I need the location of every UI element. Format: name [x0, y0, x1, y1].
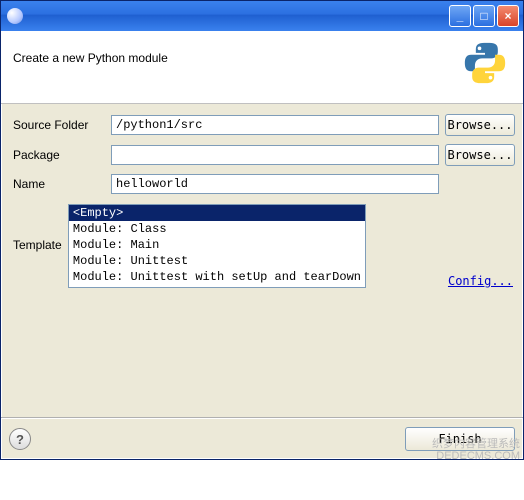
package-row: Package Browse...: [9, 144, 515, 166]
banner-title: Create a new Python module: [13, 51, 168, 65]
separator: [1, 417, 523, 419]
source-folder-browse-button[interactable]: Browse...: [445, 114, 515, 136]
minimize-button[interactable]: _: [449, 5, 471, 27]
package-input[interactable]: [111, 145, 439, 165]
package-label: Package: [9, 148, 105, 162]
title-bar[interactable]: _ □ ×: [1, 1, 523, 31]
window-controls: _ □ ×: [449, 5, 519, 27]
template-item-main[interactable]: Module: Main: [69, 237, 365, 253]
form-area: Source Folder Browse... Package Browse..…: [1, 104, 523, 415]
name-input[interactable]: [111, 174, 439, 194]
eclipse-icon: [7, 8, 23, 24]
help-button[interactable]: ?: [9, 428, 31, 450]
package-browse-button[interactable]: Browse...: [445, 144, 515, 166]
name-row: Name: [9, 174, 515, 194]
source-folder-input[interactable]: [111, 115, 439, 135]
template-item-unittest[interactable]: Module: Unittest: [69, 253, 365, 269]
template-item-class[interactable]: Module: Class: [69, 221, 365, 237]
python-logo-icon: [463, 41, 507, 85]
banner: Create a new Python module: [1, 31, 523, 104]
template-listbox[interactable]: <Empty> Module: Class Module: Main Modul…: [68, 204, 366, 288]
template-listbox-wrap: <Empty> Module: Class Module: Main Modul…: [68, 204, 366, 288]
finish-button[interactable]: Finish: [405, 427, 515, 451]
template-item-unittest-setup[interactable]: Module: Unittest with setUp and tearDown: [69, 269, 365, 285]
dialog-window: _ □ × Create a new Python module Source …: [0, 0, 524, 460]
template-item-empty[interactable]: <Empty>: [69, 205, 365, 221]
template-config-link[interactable]: Config...: [448, 274, 513, 288]
source-folder-label: Source Folder: [9, 118, 105, 132]
template-label: Template: [9, 204, 62, 252]
name-label: Name: [9, 177, 105, 191]
button-bar: ? Finish: [1, 421, 523, 459]
maximize-button[interactable]: □: [473, 5, 495, 27]
source-folder-row: Source Folder Browse...: [9, 114, 515, 136]
close-button[interactable]: ×: [497, 5, 519, 27]
template-row: Template <Empty> Module: Class Module: M…: [9, 204, 515, 288]
